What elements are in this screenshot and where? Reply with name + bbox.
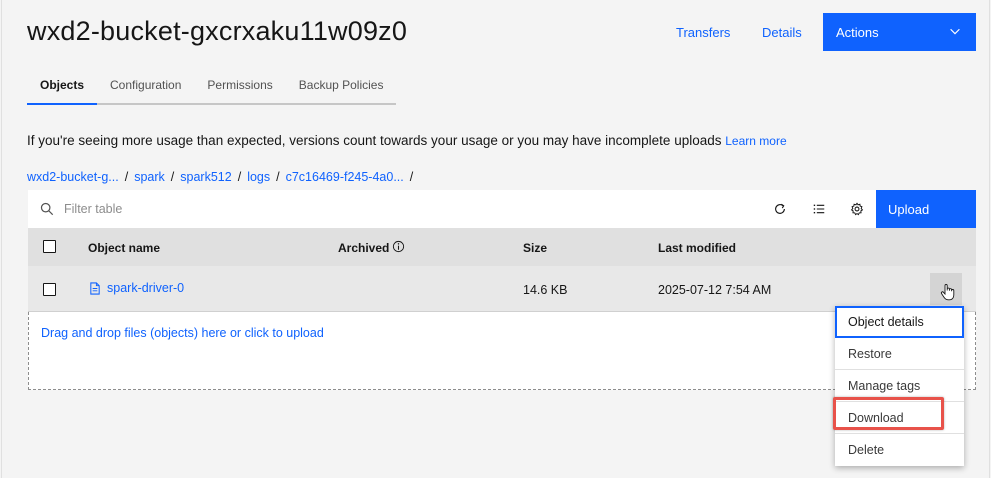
learn-more-link[interactable]: Learn more: [725, 134, 786, 148]
upload-button[interactable]: Upload: [876, 190, 976, 228]
menu-item-delete[interactable]: Delete: [835, 434, 964, 466]
breadcrumb-item-bucket[interactable]: wxd2-bucket-g...: [27, 170, 119, 184]
actions-button[interactable]: Actions: [823, 13, 976, 51]
row-checkbox[interactable]: [43, 283, 56, 296]
menu-item-object-details[interactable]: Object details: [835, 306, 964, 338]
object-name-link[interactable]: spark-driver-0: [89, 281, 184, 295]
transfers-link[interactable]: Transfers: [676, 25, 730, 40]
page-title: wxd2-bucket-gxcrxaku11w09z0: [27, 16, 408, 46]
filter-table-input[interactable]: [64, 199, 464, 219]
chevron-down-icon: [950, 28, 960, 35]
table-row: spark-driver-0 14.6 KB 2025-07-12 7:54 A…: [28, 266, 976, 312]
object-size: 14.6 KB: [523, 283, 568, 297]
table-header: Object name Archived Size Last modified: [28, 228, 976, 266]
breadcrumb-separator: /: [170, 170, 175, 184]
tab-configuration[interactable]: Configuration: [97, 78, 195, 105]
select-all-checkbox[interactable]: [43, 240, 56, 253]
info-icon[interactable]: [392, 240, 405, 253]
breadcrumb-item-spark512[interactable]: spark512: [180, 170, 231, 184]
menu-item-restore[interactable]: Restore: [835, 338, 964, 370]
upload-dropzone[interactable]: Drag and drop files (objects) here or cl…: [28, 312, 976, 390]
gear-icon[interactable]: [850, 202, 864, 216]
details-link[interactable]: Details: [762, 25, 802, 40]
tab-backup-policies[interactable]: Backup Policies: [285, 78, 397, 105]
search-icon: [40, 202, 54, 216]
refresh-icon[interactable]: [773, 202, 787, 216]
dropzone-text[interactable]: Drag and drop files (objects) here or cl…: [41, 326, 324, 340]
breadcrumb: wxd2-bucket-g... / spark / spark512 / lo…: [27, 170, 413, 184]
column-header-last-modified[interactable]: Last modified: [658, 241, 736, 255]
column-header-archived-label: Archived: [338, 241, 390, 255]
tab-bar: Objects Configuration Permissions Backup…: [27, 78, 397, 105]
actions-label: Actions: [836, 24, 879, 40]
table-toolbar: Upload: [28, 190, 976, 228]
tab-objects[interactable]: Objects: [27, 78, 98, 105]
hand-pointer-icon: [940, 284, 955, 301]
breadcrumb-separator: /: [409, 170, 414, 184]
breadcrumb-separator: /: [124, 170, 129, 184]
column-header-archived[interactable]: Archived: [338, 240, 405, 255]
usage-notice: If you're seeing more usage than expecte…: [27, 133, 787, 148]
document-icon: [90, 281, 100, 295]
breadcrumb-item-folder[interactable]: c7c16469-f245-4a0...: [286, 170, 404, 184]
object-name-text: spark-driver-0: [107, 281, 185, 295]
tab-permissions[interactable]: Permissions: [194, 78, 286, 105]
breadcrumb-separator: /: [276, 170, 280, 184]
breadcrumb-item-logs[interactable]: logs: [247, 170, 270, 184]
column-header-size[interactable]: Size: [523, 241, 547, 255]
overflow-menu: Object details Restore Manage tags Downl…: [835, 306, 964, 466]
usage-notice-text: If you're seeing more usage than expecte…: [27, 133, 722, 148]
object-last-modified: 2025-07-12 7:54 AM: [658, 283, 772, 297]
breadcrumb-separator: /: [237, 170, 242, 184]
column-list-icon[interactable]: [812, 202, 826, 216]
download-highlight-box: [833, 397, 944, 430]
column-header-name[interactable]: Object name: [88, 241, 160, 255]
breadcrumb-item-spark[interactable]: spark: [134, 170, 165, 184]
